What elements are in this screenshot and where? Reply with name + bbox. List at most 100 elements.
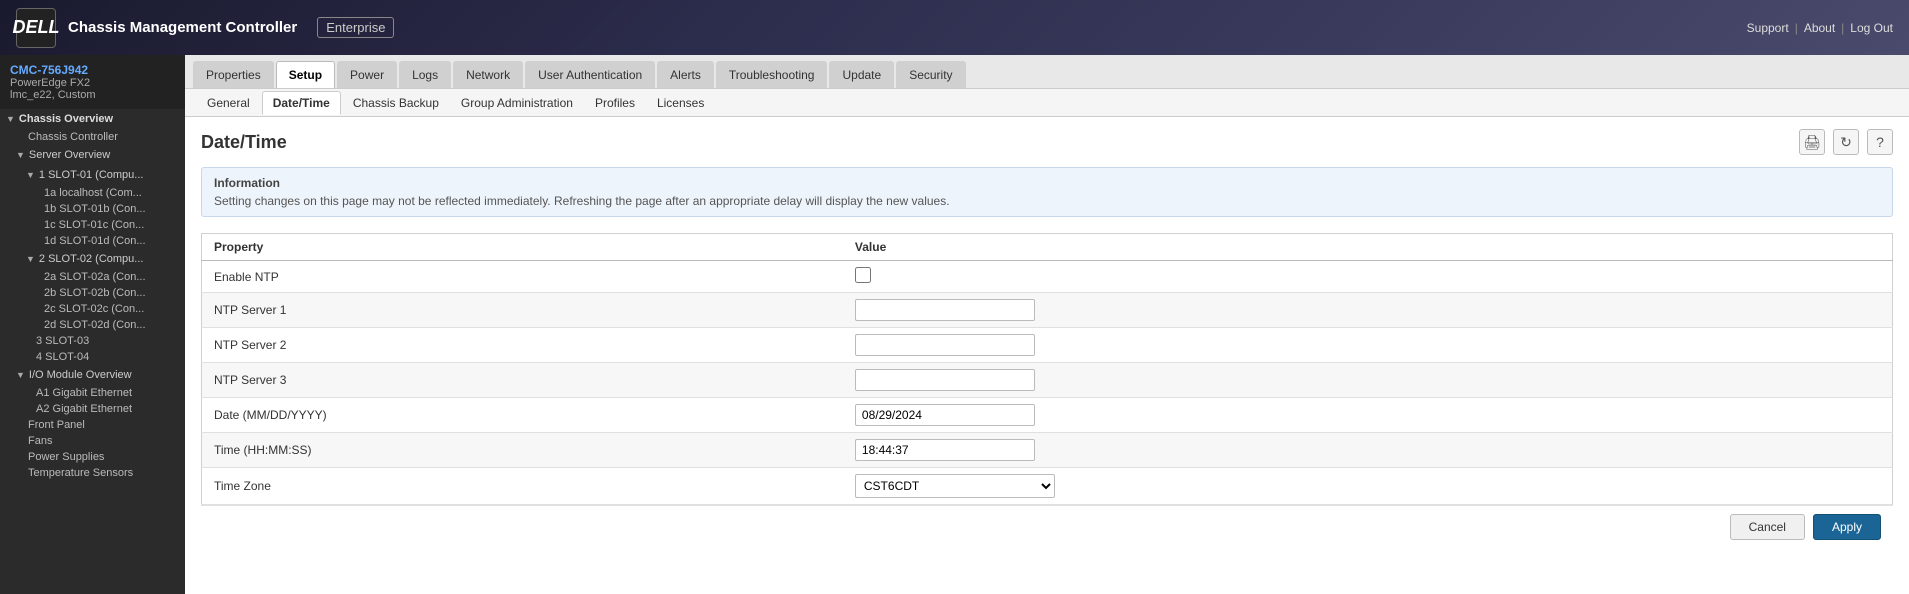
field-label-ntp2: NTP Server 2	[202, 328, 843, 363]
timezone-select[interactable]: CST6CDT UTC EST5EDT PST8PDT MST7MDT GMT …	[855, 474, 1055, 498]
field-label-ntp3: NTP Server 3	[202, 363, 843, 398]
sidebar-item-chassis-controller[interactable]: Chassis Controller	[0, 129, 185, 145]
sidebar-item-slot04[interactable]: 4 SLOT-04	[0, 349, 185, 365]
subtab-group-admin[interactable]: Group Administration	[451, 92, 583, 114]
tab-setup[interactable]: Setup	[276, 61, 335, 88]
sidebar-item-2a[interactable]: 2a SLOT-02a (Con...	[0, 269, 185, 285]
apply-button[interactable]: Apply	[1813, 514, 1881, 540]
subtab-chassis-backup[interactable]: Chassis Backup	[343, 92, 449, 114]
refresh-button[interactable]: ↻	[1833, 129, 1859, 155]
enable-ntp-checkbox[interactable]	[855, 267, 871, 283]
time-input[interactable]	[855, 439, 1035, 461]
sidebar-item-io-module[interactable]: ▼ I/O Module Overview	[0, 365, 185, 385]
tab-user-auth[interactable]: User Authentication	[525, 61, 655, 88]
sep1: |	[1795, 21, 1798, 35]
subtab-general[interactable]: General	[197, 92, 260, 114]
sidebar-item-a2[interactable]: A2 Gigabit Ethernet	[0, 401, 185, 417]
sidebar-item-label: 1 SLOT-01 (Compu...	[39, 169, 144, 181]
tab-network[interactable]: Network	[453, 61, 523, 88]
sep2: |	[1841, 21, 1844, 35]
sidebar-item-temp-sensors[interactable]: Temperature Sensors	[0, 465, 185, 481]
form-footer: Cancel Apply	[201, 505, 1893, 548]
field-value-ntp2	[843, 328, 1893, 363]
field-value-ntp3	[843, 363, 1893, 398]
sidebar-item-server-overview[interactable]: ▼ Server Overview	[0, 145, 185, 165]
page-actions: 🖨 ↻ ?	[1799, 129, 1893, 155]
sub-nav: General Date/Time Chassis Backup Group A…	[185, 89, 1909, 117]
cmc-model: PowerEdge FX2	[10, 77, 175, 89]
field-value-date	[843, 398, 1893, 433]
field-label-time: Time (HH:MM:SS)	[202, 433, 843, 468]
table-row: Time (HH:MM:SS)	[202, 433, 1893, 468]
print-button[interactable]: 🖨	[1799, 129, 1825, 155]
field-label-date: Date (MM/DD/YYYY)	[202, 398, 843, 433]
col-property: Property	[202, 234, 843, 261]
sidebar-item-slot01[interactable]: ▼ 1 SLOT-01 (Compu...	[0, 165, 185, 185]
table-row: Date (MM/DD/YYYY)	[202, 398, 1893, 433]
page-title: Date/Time	[201, 132, 287, 153]
info-box-title: Information	[214, 176, 1880, 190]
sidebar-item-fans[interactable]: Fans	[0, 433, 185, 449]
sidebar-item-1a[interactable]: 1a localhost (Com...	[0, 185, 185, 201]
subtab-datetime[interactable]: Date/Time	[262, 91, 341, 115]
sidebar-item-2c[interactable]: 2c SLOT-02c (Con...	[0, 301, 185, 317]
subtab-licenses[interactable]: Licenses	[647, 92, 714, 114]
top-nav: Properties Setup Power Logs Network User…	[185, 55, 1909, 89]
ntp-server-2-input[interactable]	[855, 334, 1035, 356]
expand-icon: ▼	[16, 370, 25, 380]
tab-security[interactable]: Security	[896, 61, 965, 88]
app-title: Chassis Management Controller	[68, 19, 297, 36]
sidebar-item-slot02[interactable]: ▼ 2 SLOT-02 (Compu...	[0, 249, 185, 269]
tab-alerts[interactable]: Alerts	[657, 61, 714, 88]
cmc-info: CMC-756J942 PowerEdge FX2 lmc_e22, Custo…	[0, 55, 185, 109]
field-label-enable-ntp: Enable NTP	[202, 261, 843, 293]
header-actions: Support | About | Log Out	[1747, 21, 1893, 35]
page-header: Date/Time 🖨 ↻ ?	[201, 129, 1893, 155]
col-value: Value	[843, 234, 1893, 261]
sidebar-item-2d[interactable]: 2d SLOT-02d (Con...	[0, 317, 185, 333]
cmc-config: lmc_e22, Custom	[10, 89, 175, 101]
sidebar-item-label: I/O Module Overview	[29, 369, 132, 381]
sidebar-item-chassis-overview[interactable]: ▼ Chassis Overview	[0, 109, 185, 129]
tab-troubleshooting[interactable]: Troubleshooting	[716, 61, 828, 88]
sidebar-item-slot03[interactable]: 3 SLOT-03	[0, 333, 185, 349]
table-row: Time Zone CST6CDT UTC EST5EDT PST8PDT MS…	[202, 468, 1893, 505]
tab-properties[interactable]: Properties	[193, 61, 274, 88]
field-label-timezone: Time Zone	[202, 468, 843, 505]
sidebar-item-label: 2 SLOT-02 (Compu...	[39, 253, 144, 265]
ntp-server-3-input[interactable]	[855, 369, 1035, 391]
field-value-ntp1	[843, 293, 1893, 328]
sidebar-item-power-supplies[interactable]: Power Supplies	[0, 449, 185, 465]
sidebar-item-1d[interactable]: 1d SLOT-01d (Con...	[0, 233, 185, 249]
content-area: Properties Setup Power Logs Network User…	[185, 55, 1909, 594]
about-link[interactable]: About	[1804, 21, 1835, 35]
expand-icon: ▼	[26, 170, 35, 180]
help-button[interactable]: ?	[1867, 129, 1893, 155]
support-link[interactable]: Support	[1747, 21, 1789, 35]
tab-logs[interactable]: Logs	[399, 61, 451, 88]
field-value-enable-ntp	[843, 261, 1893, 293]
table-row: NTP Server 2	[202, 328, 1893, 363]
info-box: Information Setting changes on this page…	[201, 167, 1893, 217]
sidebar-item-1c[interactable]: 1c SLOT-01c (Con...	[0, 217, 185, 233]
cmc-name: CMC-756J942	[10, 63, 175, 77]
expand-icon: ▼	[6, 114, 15, 124]
tab-update[interactable]: Update	[829, 61, 894, 88]
sidebar-item-1b[interactable]: 1b SLOT-01b (Con...	[0, 201, 185, 217]
tab-power[interactable]: Power	[337, 61, 397, 88]
table-row: Enable NTP	[202, 261, 1893, 293]
app-header: DELL Chassis Management Controller Enter…	[0, 0, 1909, 55]
subtab-profiles[interactable]: Profiles	[585, 92, 645, 114]
logout-link[interactable]: Log Out	[1850, 21, 1893, 35]
sidebar-item-label: Chassis Overview	[19, 113, 113, 125]
date-input[interactable]	[855, 404, 1035, 426]
expand-icon: ▼	[16, 150, 25, 160]
sidebar-item-2b[interactable]: 2b SLOT-02b (Con...	[0, 285, 185, 301]
expand-icon: ▼	[26, 254, 35, 264]
ntp-server-1-input[interactable]	[855, 299, 1035, 321]
field-value-timezone: CST6CDT UTC EST5EDT PST8PDT MST7MDT GMT …	[843, 468, 1893, 505]
sidebar-item-a1[interactable]: A1 Gigabit Ethernet	[0, 385, 185, 401]
edition-label: Enterprise	[317, 17, 394, 38]
sidebar-item-front-panel[interactable]: Front Panel	[0, 417, 185, 433]
cancel-button[interactable]: Cancel	[1730, 514, 1805, 540]
